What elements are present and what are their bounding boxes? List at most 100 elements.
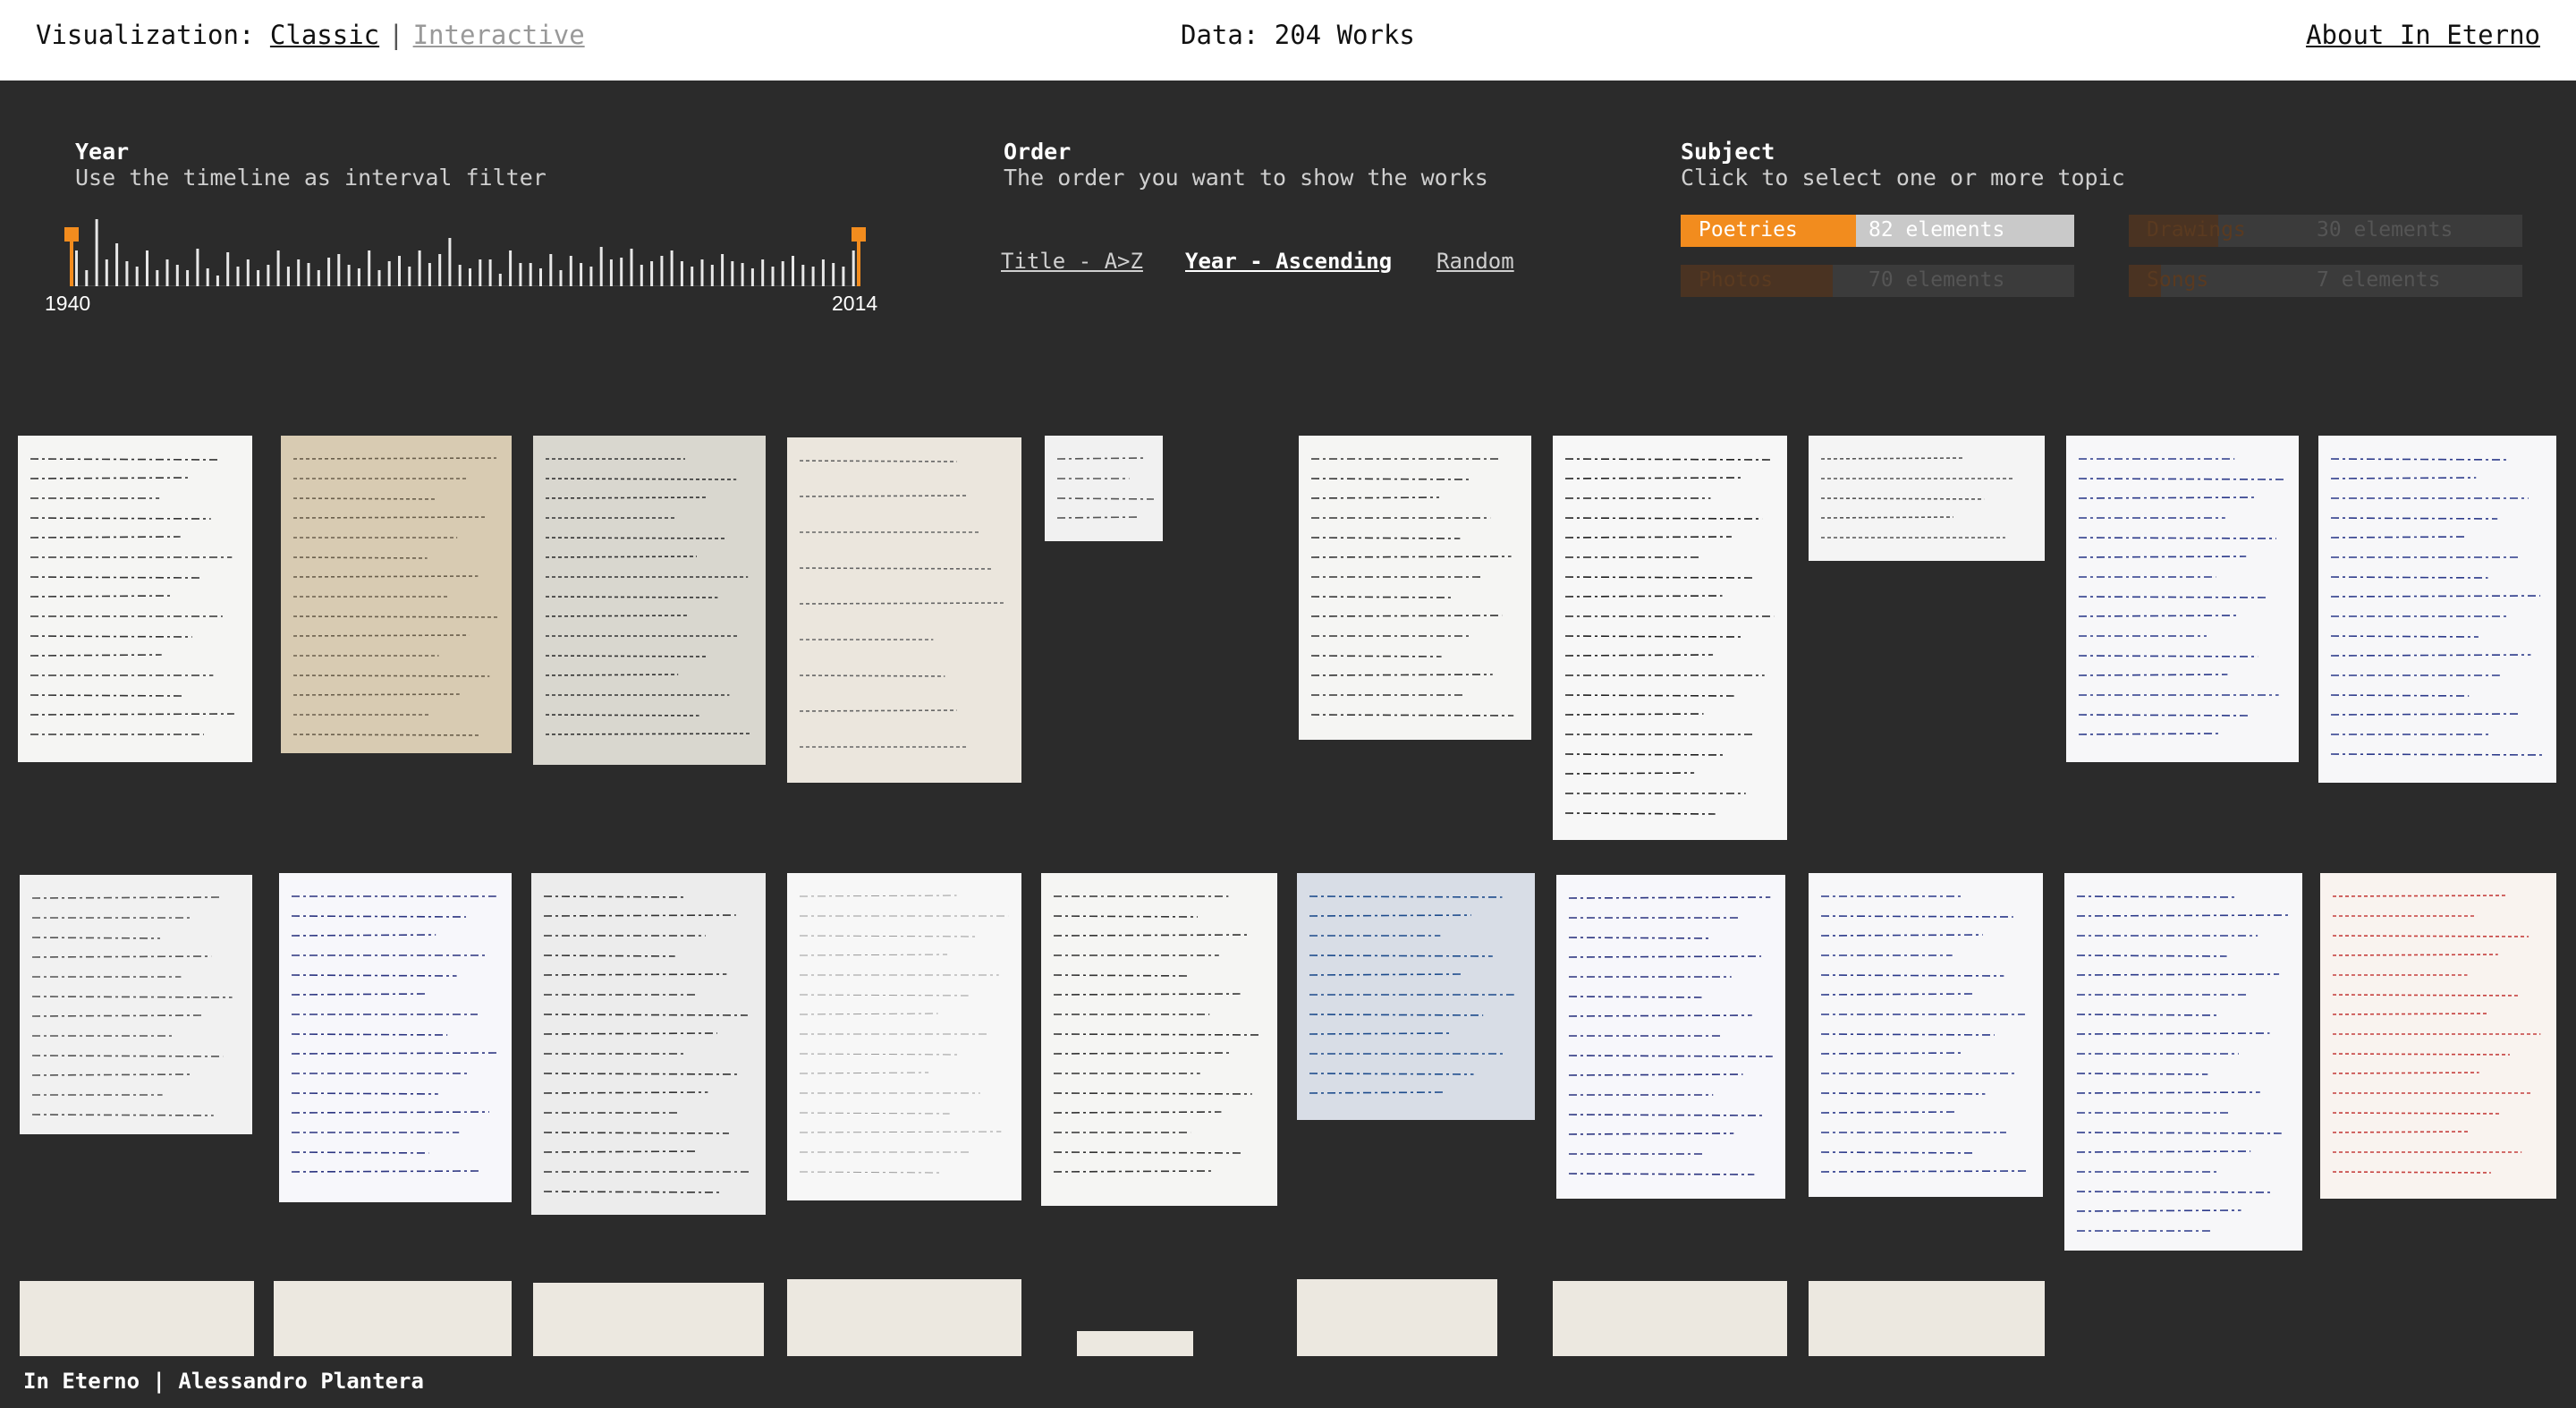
work-thumbnail[interactable] (18, 436, 252, 762)
topic-photos[interactable]: Photos 70 elements (1681, 265, 2074, 297)
timeline-bar (206, 268, 209, 286)
timeline-bar (498, 274, 502, 286)
work-thumbnail[interactable] (1553, 1281, 1787, 1358)
order-year-ascending[interactable]: Year - Ascending (1185, 249, 1392, 274)
about-link[interactable]: About In Eterno (2306, 20, 2540, 50)
year-timeline[interactable]: 1940 2014 (45, 188, 886, 315)
year-filter-subtitle: Use the timeline as interval filter (75, 165, 547, 191)
timeline-bar (569, 256, 572, 286)
work-scan-lines (543, 895, 750, 1193)
timeline-bar (408, 267, 411, 286)
work-scan-lines (1310, 458, 1514, 717)
work-thumbnail[interactable] (2064, 873, 2302, 1251)
timeline-end-year: 2014 (832, 292, 878, 315)
timeline-bar (479, 259, 482, 286)
work-thumbnail[interactable] (274, 1281, 512, 1358)
topic-drawings[interactable]: Drawings 30 elements (2129, 215, 2522, 247)
timeline-bar (105, 259, 108, 286)
timeline-bar (156, 270, 159, 286)
work-thumbnail[interactable] (1297, 873, 1535, 1120)
footer: In Eterno | Alessandro Plantera (0, 1356, 2576, 1408)
work-thumbnail[interactable] (1045, 436, 1163, 541)
timeline-bar (95, 219, 98, 286)
work-thumbnail[interactable] (531, 873, 766, 1215)
work-scan-lines (2078, 458, 2286, 735)
work-scan-lines (2330, 458, 2543, 756)
timeline-bar (549, 254, 553, 286)
work-scan-lines (2332, 895, 2541, 1174)
work-thumbnail[interactable] (787, 1279, 1021, 1358)
timeline-bar (458, 265, 462, 286)
work-scan-lines (1053, 895, 1262, 1173)
work-thumbnail[interactable] (533, 1283, 764, 1358)
topic-songs[interactable]: Songs 7 elements (2129, 265, 2522, 297)
timeline-bar (580, 263, 583, 286)
subject-title: Subject (1681, 139, 1775, 165)
work-thumbnail[interactable] (787, 437, 1021, 783)
timeline-bar (821, 259, 825, 286)
topic-poetries[interactable]: Poetries 82 elements (1681, 215, 2074, 247)
work-scan-lines (1309, 895, 1514, 1094)
timeline-bar (660, 256, 664, 286)
work-thumbnail[interactable] (787, 873, 1021, 1200)
visualization-label: Visualization: (36, 20, 255, 50)
work-thumbnail[interactable] (533, 436, 766, 765)
work-thumbnail[interactable] (1809, 436, 2045, 561)
work-scan-lines (799, 460, 1004, 748)
timeline-bar (519, 263, 522, 286)
work-thumbnail[interactable] (20, 1281, 254, 1358)
timeline-bar (630, 249, 633, 286)
topic-name: Songs (2147, 268, 2209, 292)
timeline-bar (125, 261, 129, 286)
work-thumbnail[interactable] (281, 436, 512, 753)
timeline-bar (307, 263, 310, 286)
timeline-bar (529, 263, 532, 286)
timeline-histogram (75, 219, 855, 286)
timeline-bar (75, 250, 78, 286)
work-thumbnail[interactable] (1041, 873, 1277, 1206)
work-thumbnail[interactable] (2066, 436, 2299, 762)
timeline-bar (599, 247, 603, 286)
work-thumbnail[interactable] (1077, 1331, 1193, 1358)
timeline-bar (267, 265, 270, 286)
timeline-bar (418, 250, 421, 286)
timeline-bar (216, 276, 219, 286)
work-thumbnail[interactable] (1809, 873, 2043, 1197)
mode-classic-link[interactable]: Classic (270, 20, 379, 50)
timeline-bar (488, 259, 492, 286)
timeline-bar (368, 250, 371, 286)
timeline-bar (246, 259, 250, 286)
timeline-bar (761, 259, 765, 286)
work-scan-lines (2076, 895, 2289, 1232)
order-random[interactable]: Random (1436, 249, 1514, 274)
work-thumbnail[interactable] (1556, 875, 1785, 1199)
work-thumbnail[interactable] (279, 873, 512, 1202)
work-scan-lines (30, 458, 234, 735)
work-scan-lines (291, 895, 499, 1173)
timeline-bar (377, 270, 381, 286)
timeline-bar (146, 250, 148, 286)
topic-name: Photos (1699, 268, 1774, 292)
timeline-bar (771, 267, 775, 286)
work-thumbnail[interactable] (1553, 436, 1787, 840)
visualization-switcher: Visualization: Classic | Interactive (36, 20, 585, 50)
work-thumbnail[interactable] (1809, 1281, 2045, 1358)
timeline-bar (640, 265, 643, 286)
work-thumbnail[interactable] (2318, 436, 2556, 783)
timeline-bar (398, 256, 401, 286)
topic-count: 30 elements (2317, 218, 2453, 242)
timeline-bar (337, 254, 341, 286)
work-thumbnail[interactable] (1299, 436, 1531, 740)
work-thumbnail[interactable] (2320, 873, 2556, 1199)
order-title-az[interactable]: Title - A>Z (1001, 249, 1143, 274)
timeline-bar (680, 261, 683, 286)
footer-credits: In Eterno | Alessandro Plantera (23, 1369, 424, 1394)
work-scan-lines (292, 457, 499, 736)
work-scan-lines (1820, 895, 2028, 1173)
work-thumbnail[interactable] (20, 875, 252, 1134)
mode-interactive-link[interactable]: Interactive (413, 20, 585, 50)
timeline-bar (297, 259, 301, 286)
top-bar: Visualization: Classic | Interactive Data:… (0, 0, 2576, 81)
work-thumbnail[interactable] (1297, 1279, 1497, 1358)
timeline-bar (236, 267, 240, 286)
